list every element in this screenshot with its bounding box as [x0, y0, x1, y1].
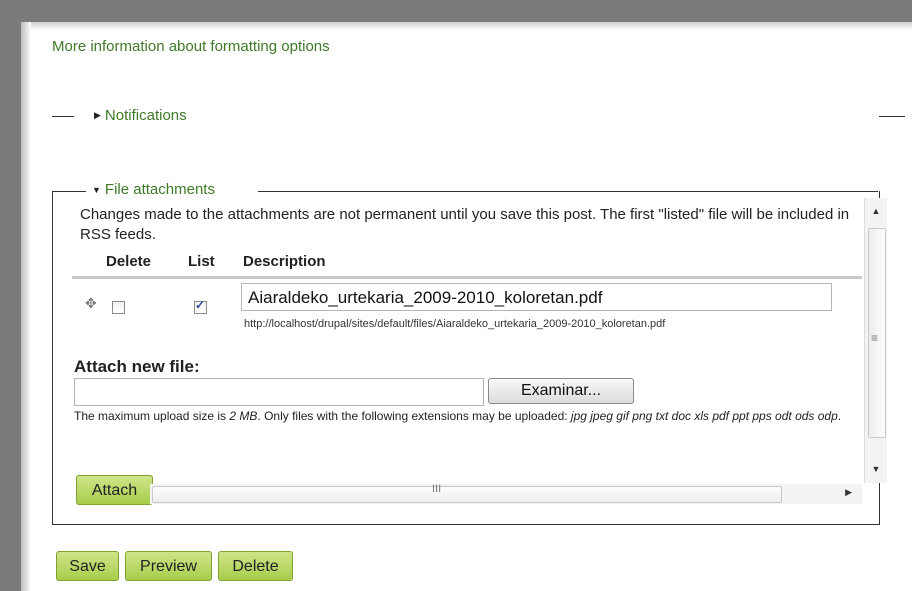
vertical-scrollbar[interactable]: ▲ ≡ ▼: [864, 198, 887, 483]
scroll-grip-icon: III: [432, 483, 442, 495]
scroll-down-arrow-icon[interactable]: ▼: [865, 464, 887, 474]
scroll-right-arrow-icon[interactable]: ▶: [845, 487, 852, 498]
table-header-divider: [72, 276, 862, 279]
delete-checkbox[interactable]: [112, 301, 125, 314]
attach-new-file-label: Attach new file:: [74, 357, 200, 376]
help-prefix: The maximum upload size is: [74, 409, 230, 423]
file-attachments-label: File attachments: [104, 181, 215, 198]
notifications-fieldset-border-right: [879, 116, 905, 117]
triangle-down-icon: ▼: [92, 184, 101, 195]
file-upload-input[interactable]: [74, 378, 484, 406]
frame-shadow-left: [21, 22, 31, 591]
drag-handle-icon[interactable]: ✥: [85, 295, 97, 312]
attachment-description-input[interactable]: Aiaraldeko_urtekaria_2009-2010_koloretan…: [241, 283, 832, 311]
file-attachments-border-top-right: [258, 191, 878, 192]
window-frame-top: [0, 0, 912, 22]
max-upload-size: 2 MB: [229, 409, 258, 423]
formatting-options-link[interactable]: More information about formatting option…: [52, 38, 330, 55]
upload-help-text: The maximum upload size is 2 MB. Only fi…: [74, 407, 862, 426]
window-frame-left: [0, 0, 21, 591]
scroll-up-arrow-icon[interactable]: ▲: [865, 206, 887, 216]
triangle-right-icon: ▶: [94, 110, 101, 120]
frame-shadow-top: [21, 22, 912, 30]
browse-button[interactable]: Examinar...: [488, 378, 634, 404]
attachments-description: Changes made to the attachments are not …: [80, 206, 850, 243]
attach-button[interactable]: Attach: [76, 475, 153, 505]
notifications-fieldset-border-left: [52, 116, 74, 117]
column-header-list: List: [188, 253, 215, 270]
scroll-grip-icon: ≡: [871, 331, 879, 345]
preview-button[interactable]: Preview: [125, 551, 212, 581]
help-middle: . Only files with the following extensio…: [257, 409, 571, 423]
save-button[interactable]: Save: [56, 551, 119, 581]
notifications-label: Notifications: [104, 107, 187, 124]
horizontal-scrollbar[interactable]: III ▶: [150, 483, 862, 504]
file-attachments-border-top-left: [52, 191, 86, 192]
column-header-description: Description: [243, 253, 326, 270]
notifications-legend[interactable]: ▶ Notifications: [94, 107, 187, 124]
delete-button[interactable]: Delete: [218, 551, 293, 581]
file-attachments-legend[interactable]: ▼ File attachments: [92, 181, 215, 198]
horizontal-scroll-thumb[interactable]: [152, 486, 782, 503]
attachment-file-url[interactable]: http://localhost/drupal/sites/default/fi…: [244, 318, 665, 330]
help-suffix: .: [837, 409, 842, 423]
allowed-extensions: jpg jpeg gif png txt doc xls pdf ppt pps…: [570, 409, 838, 423]
list-checkbox[interactable]: [194, 298, 207, 314]
column-header-delete: Delete: [106, 253, 152, 270]
